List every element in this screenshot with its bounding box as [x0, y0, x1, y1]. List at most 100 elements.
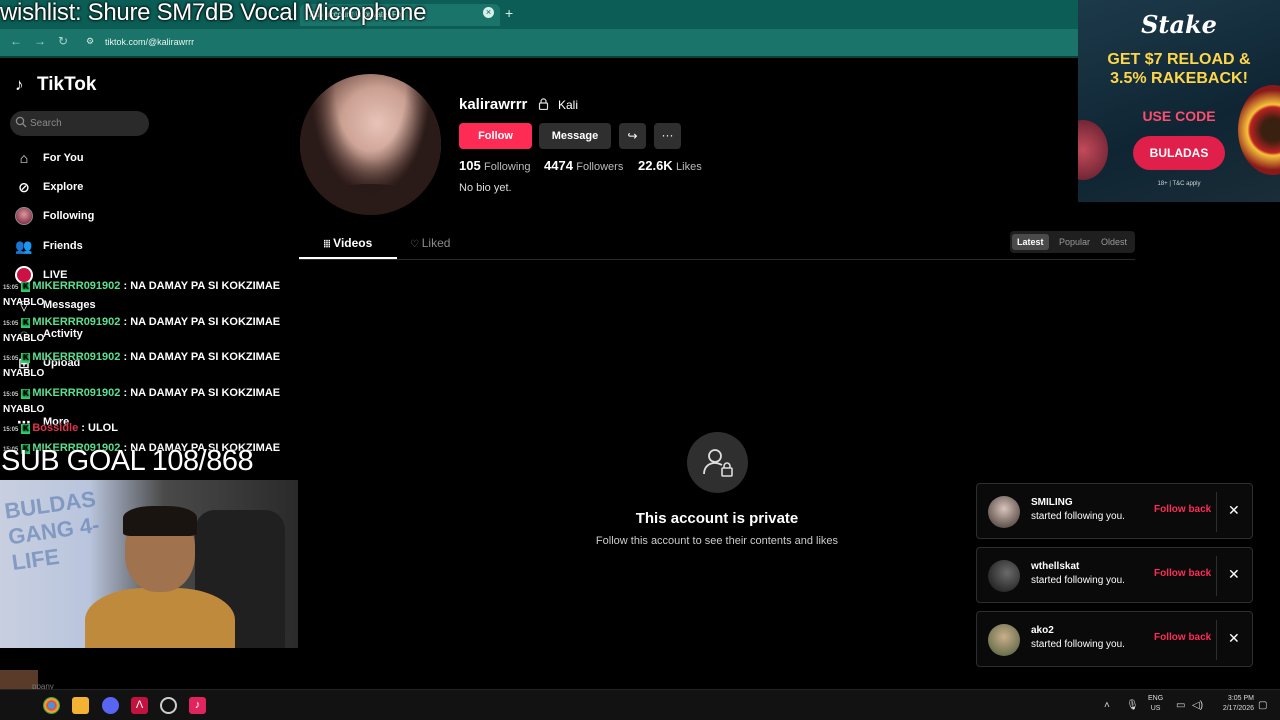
- volume-icon[interactable]: ◁): [1192, 700, 1203, 711]
- notification-name: ako2: [1031, 625, 1054, 636]
- private-subtitle: Follow this account to see their content…: [595, 535, 839, 547]
- system-clock[interactable]: 3:05 PM 2/17/2026: [1210, 694, 1254, 714]
- follow-back-button[interactable]: Follow back: [1154, 568, 1211, 579]
- notification-text: started following you.: [1031, 575, 1125, 586]
- sidebar-item-label: Messages: [43, 299, 96, 311]
- network-icon[interactable]: ▭: [1176, 700, 1185, 711]
- back-icon[interactable]: ←: [10, 34, 22, 48]
- wishlist-overlay: wishlist: Shure SM7dB Vocal Microphone: [0, 0, 427, 26]
- follow-back-button[interactable]: Follow back: [1154, 504, 1211, 515]
- ad-code-label: USE CODE: [1142, 108, 1216, 124]
- kick-icon: K: [21, 389, 31, 399]
- sidebar-item-label: Explore: [43, 181, 84, 193]
- divider: [1216, 556, 1217, 596]
- roulette-wheel-icon: [1238, 85, 1280, 175]
- sort-oldest-button[interactable]: Oldest: [1096, 234, 1132, 250]
- followers-stat[interactable]: 4474 Followers: [544, 158, 623, 173]
- sidebar-item-explore[interactable]: ⊘ Explore: [15, 176, 83, 198]
- tab-videos[interactable]: ⦙⦙⦙ Videos: [299, 230, 397, 260]
- avatar: [988, 624, 1020, 656]
- new-tab-icon[interactable]: +: [505, 5, 513, 21]
- following-stat[interactable]: 105 Following: [459, 158, 531, 173]
- tiktok-note-icon: ♪: [15, 75, 24, 94]
- ad-fine-print: 18+ | T&C apply: [1157, 181, 1201, 187]
- sub-goal-overlay: SUB GOAL 108/868: [1, 445, 254, 477]
- sidebar-item-label: For You: [43, 152, 84, 164]
- microphone-icon[interactable]: 🎙: [1126, 700, 1139, 711]
- ad-code-button[interactable]: BULADAS: [1133, 136, 1225, 170]
- notification-icon[interactable]: ▢: [1258, 700, 1267, 711]
- sidebar-item-following[interactable]: Following: [15, 205, 94, 227]
- close-tab-icon[interactable]: ×: [483, 7, 494, 18]
- chevron-up-icon[interactable]: ˄: [1104, 700, 1110, 711]
- more-options-icon[interactable]: ···: [654, 123, 681, 149]
- search-placeholder: Search: [30, 118, 62, 129]
- chat-message: 15:05 K Bossidle : ULOL: [3, 422, 118, 434]
- message-button[interactable]: Message: [539, 123, 611, 149]
- discord-icon[interactable]: [102, 697, 119, 714]
- app-icon[interactable]: Λ: [131, 697, 148, 714]
- sort-latest-button[interactable]: Latest: [1012, 234, 1049, 250]
- webcam-feed: BULDAS GANG 4-LIFE: [0, 480, 298, 648]
- stake-ad[interactable]: Stake GET $7 RELOAD & 3.5% RAKEBACK! USE …: [1078, 0, 1280, 202]
- sidebar-item-friends[interactable]: 👥 Friends: [15, 235, 82, 257]
- tiktok-logo[interactable]: ♪ TikTok: [15, 74, 96, 96]
- notification-text: started following you.: [1031, 639, 1125, 650]
- profile-bio: No bio yet.: [459, 182, 512, 194]
- tab-liked[interactable]: ♡ Liked: [410, 230, 480, 260]
- site-settings-icon[interactable]: ⚙: [86, 36, 98, 48]
- share-icon[interactable]: ↪: [619, 123, 646, 149]
- avatar: [988, 496, 1020, 528]
- notification-text: started following you.: [1031, 511, 1125, 522]
- chrome-icon[interactable]: [43, 697, 60, 714]
- profile-username: kalirawrrr: [459, 96, 528, 113]
- close-icon[interactable]: ✕: [1228, 566, 1240, 583]
- likes-stat: 22.6K Likes: [638, 158, 702, 173]
- follow-back-button[interactable]: Follow back: [1154, 632, 1211, 643]
- avatar: [15, 207, 33, 225]
- chat-message-wrap: NYABLO: [3, 297, 45, 308]
- chat-message-wrap: NYABLO: [3, 404, 45, 415]
- divider: [299, 259, 1135, 260]
- file-explorer-icon[interactable]: [72, 697, 89, 714]
- sidebar-item-label: Following: [43, 210, 95, 222]
- profile-avatar: [300, 74, 441, 215]
- notification-name: SMILING: [1031, 497, 1073, 508]
- obs-icon[interactable]: [160, 697, 177, 714]
- chat-message: 15:05 K MIKERRR091902 : NA DAMAY PA SI KOK…: [3, 316, 281, 328]
- follow-button[interactable]: Follow: [459, 123, 532, 149]
- profile-nickname: Kali: [558, 98, 579, 112]
- private-title: This account is private: [635, 510, 799, 527]
- follow-notification: wthellskat started following you. Follow…: [976, 547, 1253, 603]
- friends-icon: 👥: [15, 237, 33, 254]
- tiktok-icon[interactable]: ♪: [189, 697, 206, 714]
- kick-icon: K: [21, 424, 31, 434]
- divider: [1216, 492, 1217, 532]
- home-icon: ⌂: [19, 150, 29, 166]
- forward-icon[interactable]: →: [34, 34, 46, 48]
- reload-icon[interactable]: ↻: [58, 34, 68, 48]
- follow-notification: SMILING started following you. Follow ba…: [976, 483, 1253, 539]
- chat-message-wrap: NYABLO: [3, 333, 45, 344]
- lock-icon: [538, 98, 549, 110]
- sidebar-item-label: Activity: [43, 328, 83, 340]
- avatar: [988, 560, 1020, 592]
- chat-message: 15:05 K MIKERRR091902 : NA DAMAY PA SI KOK…: [3, 387, 281, 399]
- user-lock-icon: [703, 449, 733, 477]
- url-field[interactable]: tiktok.com/@kalirawrrr: [105, 37, 194, 47]
- kick-icon: K: [21, 282, 31, 292]
- sort-popular-button[interactable]: Popular: [1054, 234, 1095, 250]
- language-indicator[interactable]: ENG US: [1148, 694, 1163, 714]
- follow-notification: ako2 started following you. Follow back …: [976, 611, 1253, 667]
- chat-message: 15:05 K MIKERRR091902 : NA DAMAY PA SI KOK…: [3, 351, 281, 363]
- search-input[interactable]: Search: [10, 111, 149, 136]
- chat-message-wrap: NYABLO: [3, 368, 45, 379]
- kick-icon: K: [21, 318, 31, 328]
- sidebar-item-for-you[interactable]: ⌂ For You: [15, 147, 84, 169]
- search-icon: [15, 116, 27, 128]
- divider: [1216, 620, 1217, 660]
- close-icon[interactable]: ✕: [1228, 502, 1240, 519]
- logo-text: TikTok: [37, 74, 97, 95]
- compass-icon: ⊘: [18, 178, 30, 195]
- close-icon[interactable]: ✕: [1228, 630, 1240, 647]
